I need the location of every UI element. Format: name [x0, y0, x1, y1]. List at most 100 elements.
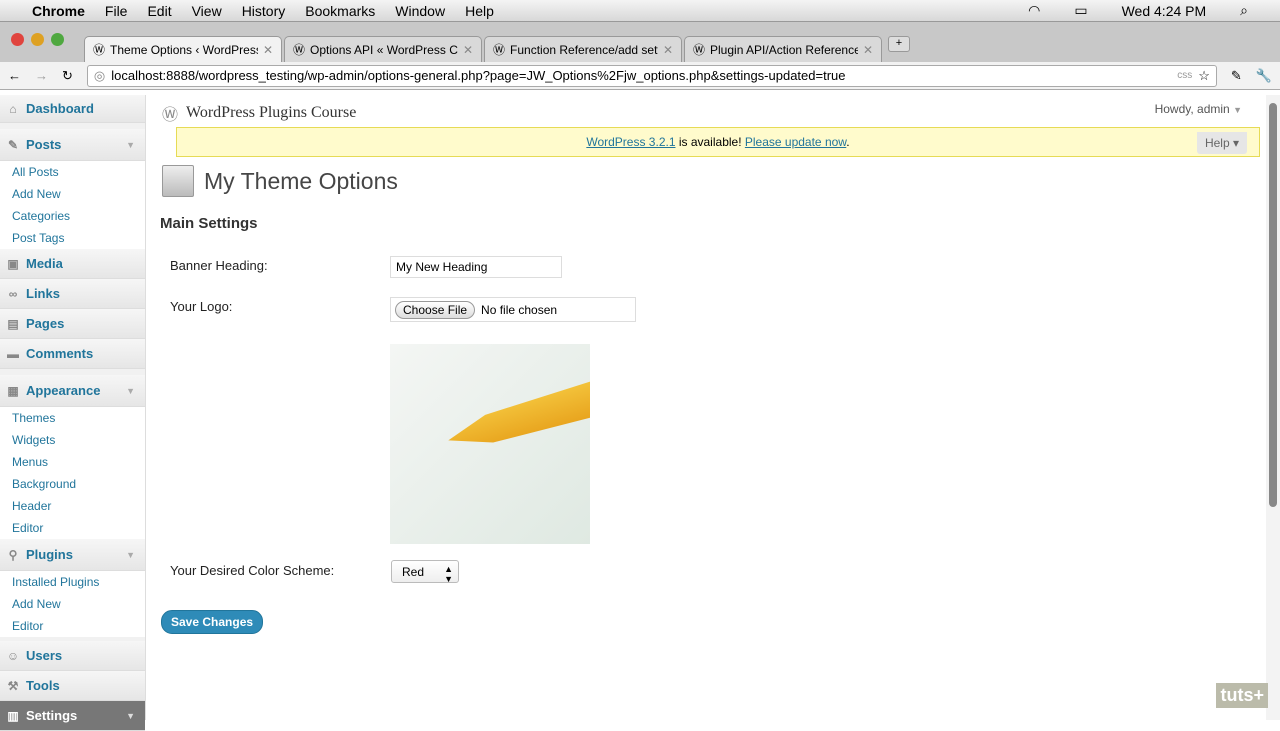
- update-now-link[interactable]: Please update now: [745, 135, 846, 149]
- home-icon: ⌂: [9, 101, 17, 116]
- appearance-icon: ▦: [7, 383, 19, 398]
- globe-icon: ◎: [93, 67, 106, 83]
- menu-file[interactable]: File: [105, 3, 128, 19]
- sidebar-item-posts[interactable]: ✎ Posts ▼: [0, 129, 145, 161]
- chevron-down-icon[interactable]: ▼: [126, 140, 135, 150]
- mac-menubar: Chrome File Edit View History Bookmarks …: [0, 0, 1280, 22]
- sidebar-item-menus[interactable]: Menus: [0, 451, 145, 473]
- chevron-down-icon[interactable]: ▼: [126, 550, 135, 560]
- css-icon[interactable]: css: [1177, 70, 1192, 81]
- sidebar-item-media[interactable]: ▣ Media: [0, 249, 145, 279]
- battery-icon[interactable]: ▭: [1074, 2, 1087, 19]
- comment-icon: ▬: [7, 346, 19, 361]
- browser-toolbar: ← → ↻ ◎ localhost:8888/wordpress_testing/…: [0, 62, 1280, 90]
- menu-window[interactable]: Window: [395, 3, 445, 19]
- tab-plugin-api[interactable]: Ⓦ Plugin API/Action Reference ✕: [684, 36, 882, 62]
- sidebar-item-add-new-plugin[interactable]: Add New: [0, 593, 145, 615]
- wordpress-icon: Ⓦ: [493, 43, 506, 57]
- vertical-scrollbar[interactable]: [1266, 95, 1280, 720]
- sidebar-item-tools[interactable]: ⚒ Tools: [0, 671, 145, 701]
- sidebar-item-post-tags[interactable]: Post Tags: [0, 227, 145, 249]
- menu-bookmarks[interactable]: Bookmarks: [305, 3, 375, 19]
- select-arrows-icon: ▲ ▼: [444, 564, 453, 584]
- settings-sliders-icon: [162, 165, 194, 197]
- tab-theme-options[interactable]: Ⓦ Theme Options ‹ WordPress ✕: [84, 36, 282, 62]
- tools-icon: ⚒: [7, 678, 19, 693]
- spotlight-icon[interactable]: ⌕: [1240, 2, 1248, 19]
- sidebar-item-background[interactable]: Background: [0, 473, 145, 495]
- tuts-watermark: tuts+: [1216, 683, 1268, 708]
- version-link[interactable]: WordPress 3.2.1: [586, 135, 675, 149]
- save-changes-button[interactable]: Save Changes: [161, 610, 264, 634]
- help-button[interactable]: Help ▾: [1196, 132, 1247, 154]
- reload-icon[interactable]: ↻: [62, 68, 73, 84]
- minimize-window-button[interactable]: [31, 33, 44, 46]
- menu-chrome[interactable]: Chrome: [32, 3, 85, 19]
- sidebar-item-plugin-editor[interactable]: Editor: [0, 615, 145, 637]
- tab-options-api[interactable]: Ⓦ Options API « WordPress Co ✕: [284, 36, 482, 62]
- tab-function-reference[interactable]: Ⓦ Function Reference/add setti ✕: [484, 36, 682, 62]
- sidebar-item-appearance[interactable]: ▦ Appearance ▼: [0, 375, 145, 407]
- tab-bar: Ⓦ Theme Options ‹ WordPress ✕ Ⓦ Options API…: [0, 22, 1280, 62]
- pencil-image: [443, 376, 590, 457]
- sidebar-item-widgets[interactable]: Widgets: [0, 429, 145, 451]
- sidebar-item-installed-plugins[interactable]: Installed Plugins: [0, 571, 145, 593]
- logo-label: Your Logo:: [170, 299, 233, 314]
- update-notice: WordPress 3.2.1 is available! Please upd…: [176, 127, 1260, 157]
- close-tab-icon[interactable]: ✕: [663, 43, 673, 57]
- sidebar-item-plugins[interactable]: ⚲ Plugins ▼: [0, 539, 145, 571]
- sidebar-item-dashboard[interactable]: ⌂ Dashboard: [0, 95, 145, 123]
- sidebar-item-themes[interactable]: Themes: [0, 407, 145, 429]
- close-tab-icon[interactable]: ✕: [463, 43, 473, 57]
- users-icon: ☺: [6, 648, 20, 663]
- new-tab-button[interactable]: +: [888, 36, 910, 52]
- wordpress-icon: Ⓦ: [93, 43, 106, 57]
- pages-icon: ▤: [7, 316, 19, 331]
- forward-icon[interactable]: →: [35, 68, 48, 83]
- chevron-down-icon[interactable]: ▼: [126, 711, 135, 721]
- sidebar-item-pages[interactable]: ▤ Pages: [0, 309, 145, 339]
- close-tab-icon[interactable]: ✕: [263, 43, 273, 57]
- wordpress-icon: Ⓦ: [693, 43, 706, 57]
- menu-history[interactable]: History: [242, 3, 286, 19]
- menu-help[interactable]: Help: [465, 3, 494, 19]
- plugin-icon: ⚲: [8, 547, 18, 562]
- sidebar-item-theme-editor[interactable]: Editor: [0, 517, 145, 539]
- banner-heading-label: Banner Heading:: [170, 258, 268, 273]
- chevron-down-icon: ▼: [1233, 105, 1242, 115]
- wordpress-icon: Ⓦ: [293, 43, 306, 57]
- sidebar-item-comments[interactable]: ▬ Comments: [0, 339, 145, 369]
- sidebar-item-categories[interactable]: Categories: [0, 205, 145, 227]
- main-content: Ⓦ WordPress Plugins Course Howdy, admin ▼…: [146, 95, 1266, 720]
- section-heading: Main Settings: [160, 215, 258, 232]
- menu-edit[interactable]: Edit: [147, 3, 171, 19]
- color-scheme-select[interactable]: Red ▲ ▼: [391, 560, 459, 584]
- address-bar[interactable]: ◎ localhost:8888/wordpress_testing/wp-adm…: [86, 64, 1217, 87]
- sidebar-item-header[interactable]: Header: [0, 495, 145, 517]
- wordpress-logo-icon: Ⓦ: [162, 107, 179, 124]
- logo-file-input[interactable]: Choose File No file chosen: [390, 297, 636, 322]
- zoom-window-button[interactable]: [51, 33, 64, 46]
- back-icon[interactable]: ←: [8, 68, 21, 83]
- site-title[interactable]: Ⓦ WordPress Plugins Course: [162, 101, 356, 125]
- close-window-button[interactable]: [11, 33, 24, 46]
- media-icon: ▣: [7, 256, 19, 271]
- sidebar-item-users[interactable]: ☺ Users: [0, 641, 145, 671]
- extension-icon[interactable]: ✎: [1231, 68, 1242, 84]
- menu-view[interactable]: View: [192, 3, 222, 19]
- close-tab-icon[interactable]: ✕: [863, 43, 873, 57]
- banner-heading-input[interactable]: My New Heading: [390, 256, 562, 278]
- wifi-icon[interactable]: ◠: [1028, 2, 1040, 19]
- pin-icon: ✎: [7, 137, 19, 152]
- sidebar-item-links[interactable]: ∞ Links: [0, 279, 145, 309]
- star-icon[interactable]: ☆: [1198, 68, 1210, 84]
- sidebar-item-settings[interactable]: ▥ Settings ▼: [0, 701, 145, 731]
- choose-file-button[interactable]: Choose File: [395, 300, 476, 319]
- user-menu[interactable]: Howdy, admin ▼: [1155, 102, 1242, 116]
- page-title: My Theme Options: [204, 167, 398, 194]
- clock[interactable]: Wed 4:24 PM: [1122, 3, 1207, 19]
- sidebar-item-add-new-post[interactable]: Add New: [0, 183, 145, 205]
- chevron-down-icon[interactable]: ▼: [126, 386, 135, 396]
- wrench-icon[interactable]: 🔧: [1256, 68, 1272, 84]
- sidebar-item-all-posts[interactable]: All Posts: [0, 161, 145, 183]
